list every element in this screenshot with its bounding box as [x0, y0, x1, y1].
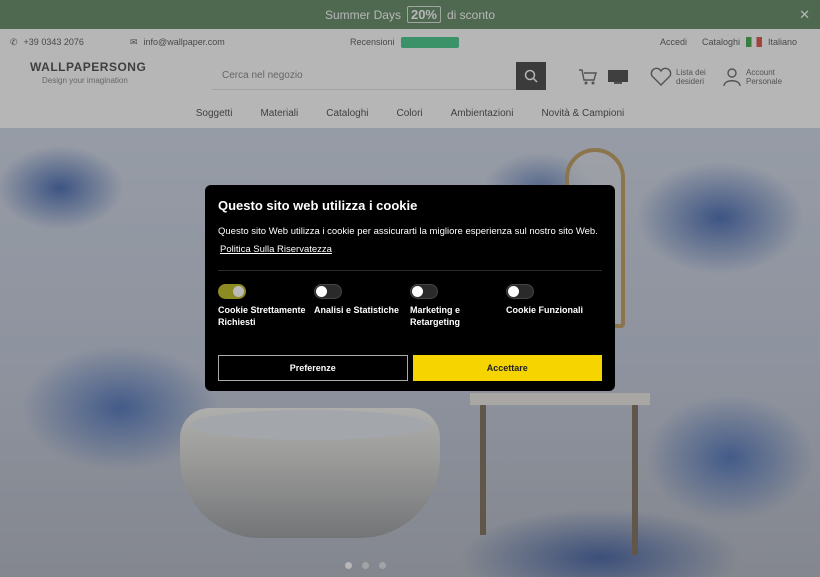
toggle-label: Marketing e Retargeting: [410, 305, 461, 327]
cookie-toggles: Cookie Strettamente Richiesti Analisi e …: [218, 284, 602, 328]
toggle-strictly-required: Cookie Strettamente Richiesti: [218, 284, 314, 328]
divider: [218, 270, 602, 271]
cookie-title: Questo sito web utilizza i cookie: [218, 198, 418, 213]
accept-button[interactable]: Accettare: [412, 355, 602, 381]
cookie-consent-dialog: Questo sito web utilizza i cookie Questo…: [205, 185, 615, 391]
toggle-marketing: Marketing e Retargeting: [410, 284, 506, 328]
toggle-switch[interactable]: [314, 284, 342, 299]
privacy-policy-link[interactable]: Politica Sulla Riservatezza: [220, 244, 332, 255]
toggle-label: Analisi e Statistiche: [314, 305, 400, 315]
preferences-button[interactable]: Preferenze: [218, 355, 408, 381]
toggle-switch[interactable]: [410, 284, 438, 299]
toggle-functional: Cookie Funzionali: [506, 284, 602, 328]
toggle-label: Cookie Funzionali: [506, 305, 584, 315]
toggle-label: Cookie Strettamente Richiesti: [218, 305, 306, 327]
toggle-analytics: Analisi e Statistiche: [314, 284, 410, 328]
toggle-switch[interactable]: [218, 284, 246, 299]
cookie-description: Questo sito Web utilizza i cookie per as…: [218, 226, 598, 237]
toggle-switch[interactable]: [506, 284, 534, 299]
cookie-actions: Preferenze Accettare: [218, 355, 602, 381]
